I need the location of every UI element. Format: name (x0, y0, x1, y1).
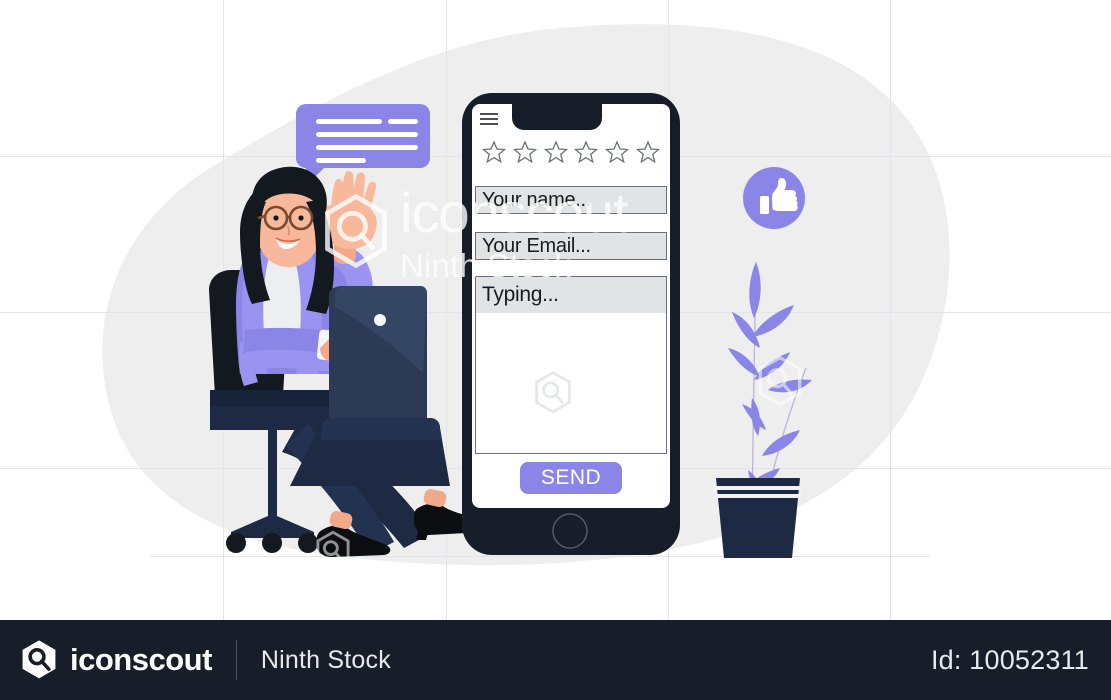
email-field[interactable]: Your Email... (475, 232, 667, 260)
star-outline-icon[interactable] (482, 140, 506, 164)
email-field-value: Your Email... (482, 234, 591, 257)
plant-pot (714, 478, 802, 558)
hamburger-menu-icon[interactable] (480, 113, 498, 125)
star-outline-icon[interactable] (574, 140, 599, 164)
iconscout-hexagon-logo (22, 640, 56, 679)
message-field[interactable]: Typing... (475, 276, 667, 454)
send-button-label: SEND (540, 466, 602, 489)
footer-contributor: Ninth Stock (260, 645, 391, 674)
illustration-canvas: Your name... Your Email... Typing... SEN… (0, 0, 1111, 620)
footer-bar: iconscout Ninth Stock Id: 10052311 (0, 620, 1111, 700)
footer-brand[interactable]: iconscout Ninth Stock (0, 639, 391, 681)
star-rating[interactable] (482, 140, 660, 164)
like-badge (743, 167, 805, 229)
star-outline-icon[interactable] (635, 140, 660, 164)
footer-divider (235, 640, 237, 680)
footer-brand-name: iconscout (70, 642, 212, 677)
name-field[interactable]: Your name... (475, 186, 667, 214)
footer-asset-id: Id: 10052311 (930, 644, 1089, 675)
star-outline-icon[interactable] (605, 140, 630, 164)
phone-screen-content: Your name... Your Email... Typing... SEN… (472, 104, 670, 508)
star-outline-icon[interactable] (543, 140, 568, 164)
star-outline-icon[interactable] (512, 140, 537, 164)
name-field-value: Your name... (482, 188, 592, 211)
send-button[interactable]: SEND (520, 462, 622, 494)
message-field-value: Typing... (482, 283, 559, 306)
